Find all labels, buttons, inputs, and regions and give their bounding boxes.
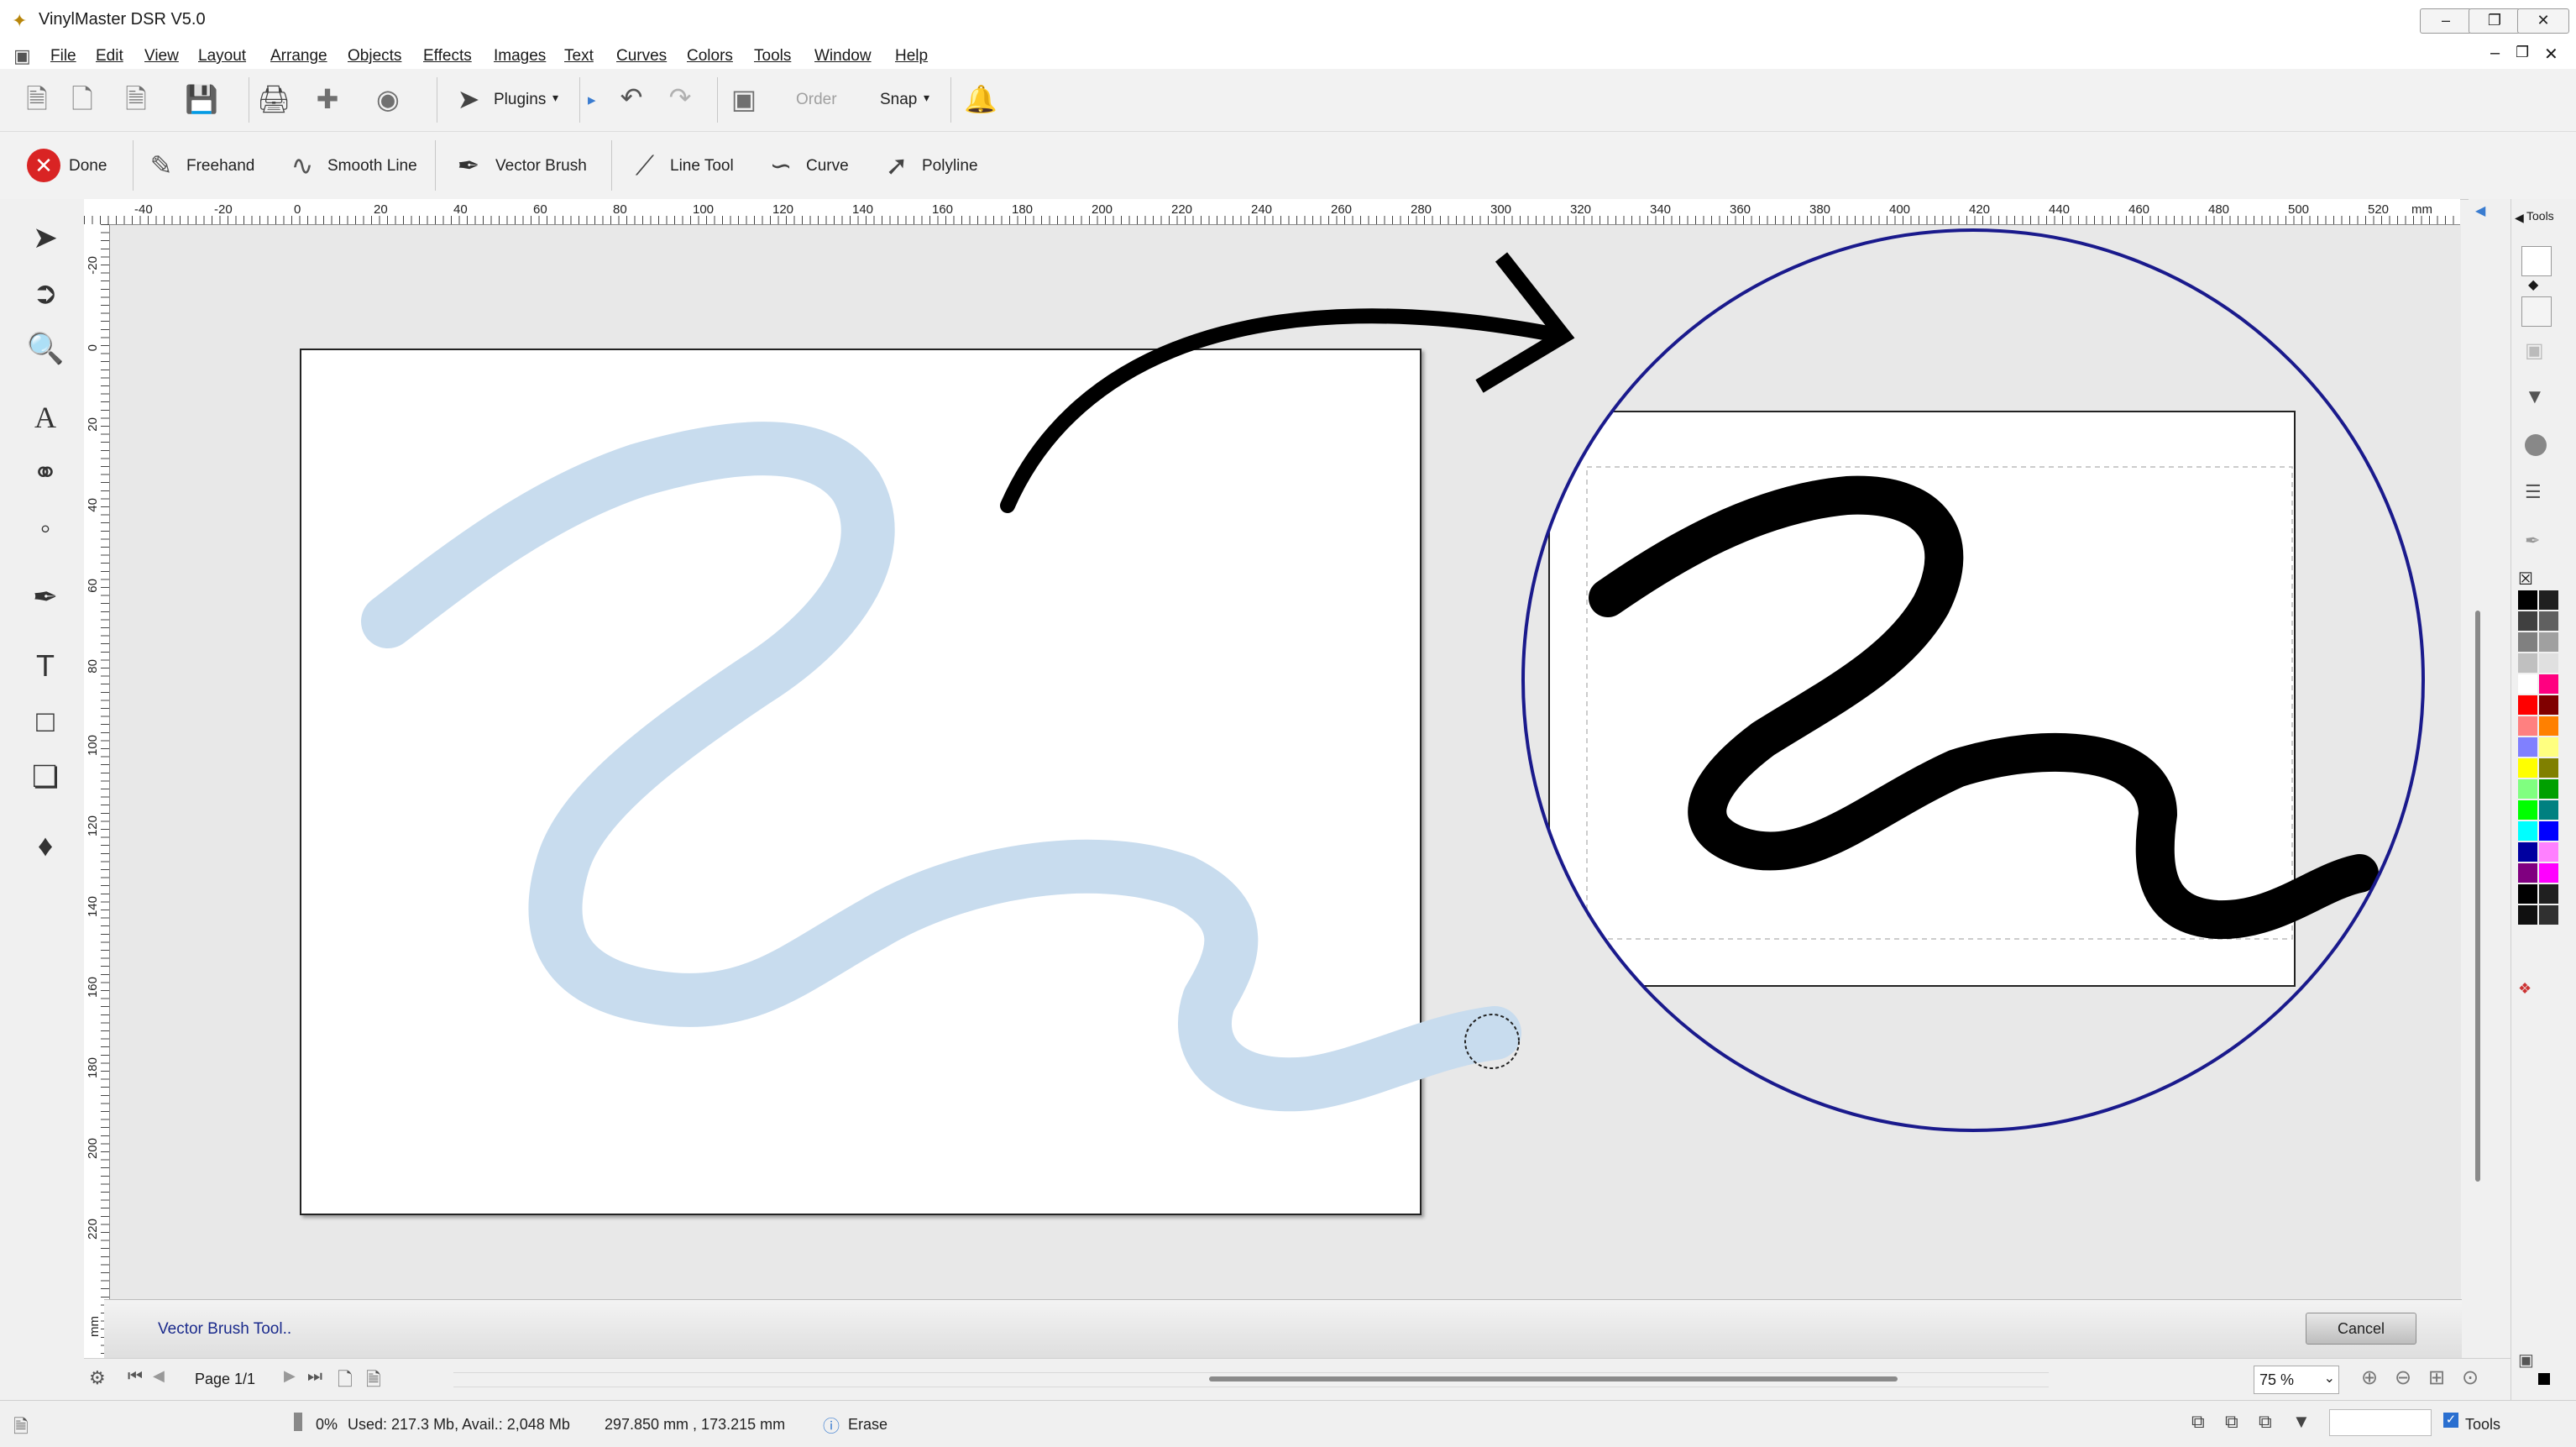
zoom-in-icon[interactable]: ⊕ [2361, 1366, 2378, 1390]
palette-swatch[interactable] [2539, 716, 2558, 736]
line-style-icon[interactable]: ☰ [2525, 481, 2542, 503]
palette-swatch[interactable] [2518, 863, 2537, 883]
next-page-icon[interactable]: ▶ [284, 1367, 296, 1385]
palette-swatch[interactable] [2539, 653, 2558, 673]
panel-collapse-icon[interactable]: ◀ [2475, 202, 2485, 219]
zoom-select[interactable]: 75 % ⌄ [2254, 1366, 2339, 1394]
palette-swatch[interactable] [2539, 821, 2558, 841]
memory-indicator-icon [294, 1413, 302, 1431]
palette-swatch[interactable] [2539, 758, 2558, 778]
cursor-coordinates: 297.850 mm , 173.215 mm [605, 1416, 786, 1433]
palette-swatch[interactable] [2539, 611, 2558, 631]
palette-swatch[interactable] [2539, 800, 2558, 820]
palette-swatch[interactable] [2518, 737, 2537, 757]
zoom-page-icon[interactable]: ⊙ [2462, 1366, 2479, 1390]
fill-circle-icon[interactable] [2525, 434, 2547, 456]
palette-swatch[interactable] [2539, 905, 2558, 925]
first-page-icon[interactable]: ⏮ [128, 1367, 143, 1387]
scrollbar-thumb[interactable] [2475, 611, 2480, 1182]
tool-prompt-bar: Vector Brush Tool.. Cancel [104, 1299, 2462, 1359]
align-icon[interactable]: ⧉ [2191, 1411, 2205, 1433]
add-page-icon[interactable]: 🗋 [338, 1366, 353, 1397]
palette-swatch[interactable] [2539, 674, 2558, 694]
status-document-icon: 🗎 [13, 1416, 29, 1437]
settings-icon[interactable]: ⚙ [89, 1367, 106, 1389]
palette-swatch[interactable] [2518, 611, 2537, 631]
cancel-button[interactable]: Cancel [2306, 1313, 2416, 1345]
palette-swatch[interactable] [2518, 653, 2537, 673]
vertical-scrollbar[interactable]: ◀ [2469, 199, 2511, 1358]
page-indicator: Page 1/1 [195, 1371, 256, 1387]
combine-icon[interactable]: ⧉ [2259, 1411, 2272, 1433]
palette-swatch[interactable] [2539, 863, 2558, 883]
memory-usage: Used: 217.3 Mb, Avail.: 2,048 Mb [348, 1416, 570, 1433]
info-icon: ⓘ [823, 1418, 840, 1436]
tool-prompt-text: Vector Brush Tool.. [158, 1320, 292, 1338]
drawing-overlay [361, 228, 2425, 1132]
callout-arrow [1000, 308, 1569, 513]
palette-swatch[interactable] [2518, 695, 2537, 715]
palette-swatch[interactable] [2539, 632, 2558, 652]
current-color-icon[interactable] [2538, 1373, 2550, 1385]
no-color-icon[interactable]: ☒ [2518, 569, 2533, 590]
vector-brush-stroke [361, 422, 1521, 1112]
horizontal-scrollbar[interactable] [453, 1372, 2049, 1387]
palette-swatch[interactable] [2539, 779, 2558, 799]
palette-swatch[interactable] [2518, 632, 2537, 652]
tool-mode: Erase [848, 1416, 888, 1433]
tools-checkbox[interactable]: ✓ [2443, 1413, 2458, 1428]
palette-swatch[interactable] [2518, 779, 2537, 799]
zoom-value: 75 % [2259, 1371, 2295, 1388]
color-picker-icon[interactable]: ▣ [2525, 338, 2544, 363]
palette-swatch[interactable] [2539, 590, 2558, 610]
palette-swatch[interactable] [2518, 884, 2537, 904]
layers-icon[interactable]: ▣ [2518, 1350, 2534, 1371]
previous-page-icon[interactable]: ◀ [153, 1367, 165, 1385]
swap-icon[interactable]: ◆ [2528, 276, 2538, 293]
duplicate-page-icon[interactable]: 🗎 [366, 1366, 381, 1397]
palette-swatch[interactable] [2518, 758, 2537, 778]
palette-swatch[interactable] [2518, 716, 2537, 736]
palette-swatch[interactable] [2518, 590, 2537, 610]
palette-swatch[interactable] [2518, 842, 2537, 862]
eyedropper-icon[interactable]: ▼ [2525, 385, 2545, 409]
page-navigation-bar: ⚙ ⏮ ◀ Page 1/1 ▶ ⏭ 🗋 🗎 75 % ⌄ ⊕ ⊖ ⊞ ⊙ [84, 1358, 2511, 1401]
palette-swatch[interactable] [2518, 674, 2537, 694]
last-page-icon[interactable]: ⏭ [307, 1367, 322, 1387]
palette-options-icon[interactable]: ❖ [2518, 980, 2531, 998]
panel-title: Tools [2526, 209, 2554, 223]
color-palette [2518, 590, 2560, 926]
memory-percent: 0% [316, 1416, 338, 1433]
fill-swatch[interactable] [2521, 296, 2552, 327]
palette-swatch[interactable] [2518, 905, 2537, 925]
palette-swatch[interactable] [2518, 821, 2537, 841]
palette-swatch[interactable] [2539, 884, 2558, 904]
brush-settings-icon[interactable]: ✒ [2525, 530, 2540, 552]
palette-swatch[interactable] [2539, 737, 2558, 757]
palette-swatch[interactable] [2539, 842, 2558, 862]
zoom-preview [1523, 230, 2423, 1130]
status-bar: 🗎 0% Used: 217.3 Mb, Avail.: 2,048 Mb 29… [0, 1400, 2576, 1447]
stroke-swatch[interactable] [2521, 246, 2552, 276]
horizontal-scrollbar-thumb[interactable] [1209, 1376, 1898, 1381]
zoom-dropdown-icon[interactable]: ⌄ [2324, 1370, 2335, 1387]
zoom-out-icon[interactable]: ⊖ [2395, 1366, 2411, 1390]
panel-arrow-icon[interactable]: ◀ [2515, 211, 2524, 225]
zoom-fit-icon[interactable]: ⊞ [2428, 1366, 2445, 1390]
tools-toggle-label[interactable]: Tools [2465, 1416, 2500, 1434]
tools-panel: ◀ Tools ◆ ▣ ▼ ☰ ✒ ☒ ❖ ▣ [2511, 199, 2576, 1400]
filter-icon[interactable]: ▼ [2292, 1411, 2311, 1433]
status-input[interactable] [2329, 1409, 2432, 1436]
palette-swatch[interactable] [2539, 695, 2558, 715]
palette-swatch[interactable] [2518, 800, 2537, 820]
group-icon[interactable]: ⧉ [2225, 1411, 2238, 1433]
